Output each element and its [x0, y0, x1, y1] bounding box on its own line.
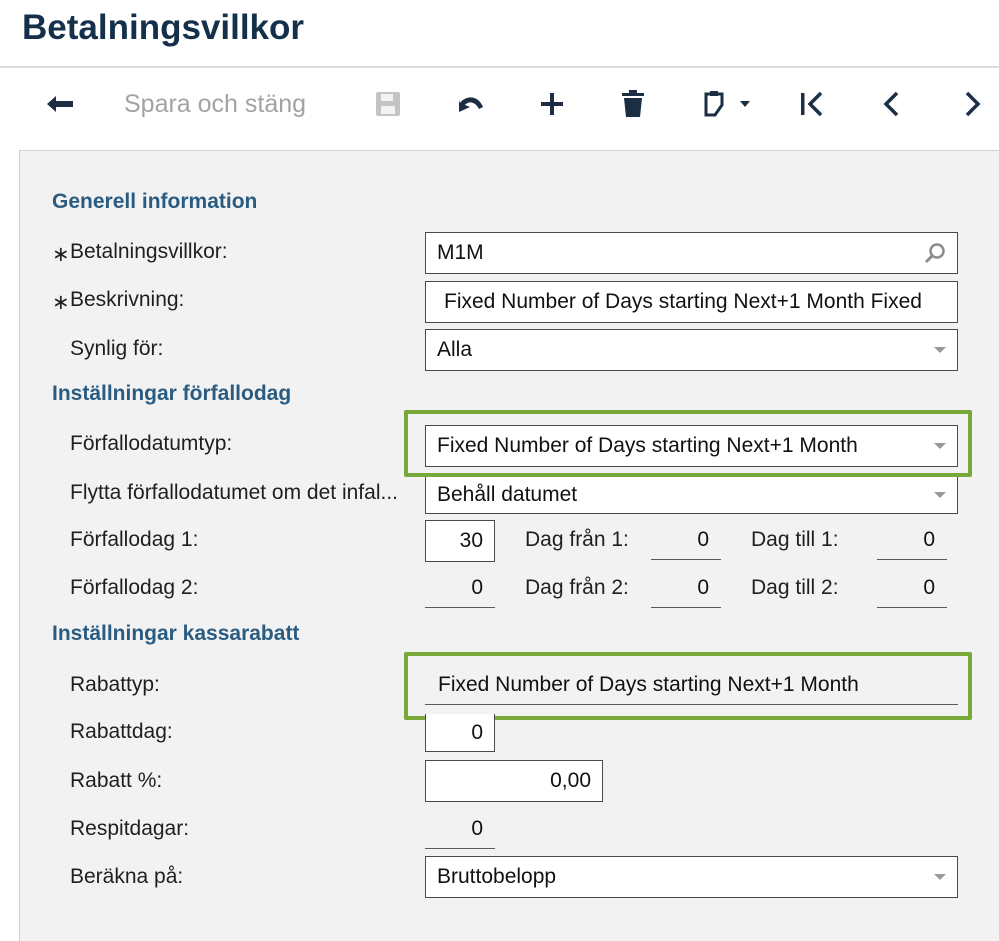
description-value: Fixed Number of Days starting Next+1 Mon…: [444, 290, 922, 313]
move-due-date-label: Flytta förfallodatumet om det infal...: [70, 481, 398, 504]
required-marker: ∗: [52, 291, 70, 314]
discount-day-label: Rabattdag:: [70, 720, 173, 743]
due-type-label: Förfallodatumtyp:: [70, 432, 233, 455]
due-day1-field[interactable]: 30: [425, 520, 495, 562]
due-day1-label: Förfallodag 1:: [70, 528, 199, 551]
required-marker: ∗: [52, 243, 70, 266]
page-title: Betalningsvillkor: [22, 8, 305, 47]
floppy-disk-icon[interactable]: [374, 84, 402, 124]
chevron-right-icon[interactable]: [962, 84, 984, 124]
grace-days-label: Respitdagar:: [70, 817, 190, 840]
back-arrow-icon[interactable]: [44, 84, 76, 124]
visible-for-label: Synlig för:: [70, 337, 164, 360]
day-to2-label: Dag till 2:: [751, 576, 839, 599]
move-due-date-value: Behåll datumet: [437, 483, 578, 506]
chevron-down-icon: [934, 874, 946, 880]
move-due-date-select[interactable]: Behåll datumet: [425, 477, 958, 514]
discount-type-label: Rabattyp:: [70, 673, 160, 696]
section-discount-settings: Inställningar kassarabatt: [52, 622, 300, 645]
trash-icon[interactable]: [620, 84, 646, 124]
day-to1-field[interactable]: 0: [877, 528, 947, 560]
highlight-discount-type: [404, 652, 972, 720]
discount-percent-value: 0,00: [550, 769, 591, 792]
chevron-left-icon[interactable]: [880, 84, 902, 124]
clipboard-icon[interactable]: [702, 84, 756, 124]
calculate-on-select[interactable]: Bruttobelopp: [425, 856, 958, 898]
highlight-due-type: [404, 410, 972, 477]
discount-percent-label: Rabatt %:: [70, 769, 163, 792]
day-from1-label: Dag från 1:: [525, 528, 629, 551]
toolbar: Spara och stäng: [0, 68, 999, 140]
discount-day-value: 0: [471, 720, 483, 744]
search-icon[interactable]: [924, 242, 946, 264]
discount-day-field[interactable]: 0: [425, 714, 495, 752]
grace-days-field[interactable]: 0: [425, 817, 495, 849]
save-and-close-button[interactable]: Spara och stäng: [124, 84, 306, 124]
visible-for-value: Alla: [437, 338, 473, 361]
terms-field[interactable]: M1M: [425, 232, 958, 274]
day-from2-field[interactable]: 0: [651, 576, 721, 608]
discount-percent-field[interactable]: 0,00: [425, 760, 603, 802]
section-general-information: Generell information: [52, 190, 258, 213]
calculate-on-value: Bruttobelopp: [437, 865, 557, 888]
chevron-down-icon: [934, 492, 946, 498]
terms-label: Betalningsvillkor:: [70, 240, 228, 263]
day-from1-field[interactable]: 0: [651, 528, 721, 560]
due-day1-value: 30: [459, 529, 483, 552]
section-due-settings: Inställningar förfallodag: [52, 382, 292, 405]
undo-icon[interactable]: [455, 84, 487, 124]
first-record-icon[interactable]: [798, 84, 826, 124]
calculate-on-label: Beräkna på:: [70, 865, 184, 888]
terms-value: M1M: [437, 241, 484, 264]
description-label: Beskrivning:: [70, 288, 185, 311]
due-day2-field[interactable]: 0: [425, 576, 495, 608]
description-field[interactable]: Fixed Number of Days starting Next+1 Mon…: [425, 281, 958, 323]
visible-for-select[interactable]: Alla: [425, 329, 958, 371]
chevron-down-icon: [934, 347, 946, 353]
day-to1-label: Dag till 1:: [751, 528, 839, 551]
day-from2-label: Dag från 2:: [525, 576, 629, 599]
due-day2-label: Förfallodag 2:: [70, 576, 199, 599]
day-to2-field[interactable]: 0: [877, 576, 947, 608]
plus-icon[interactable]: [538, 84, 566, 124]
